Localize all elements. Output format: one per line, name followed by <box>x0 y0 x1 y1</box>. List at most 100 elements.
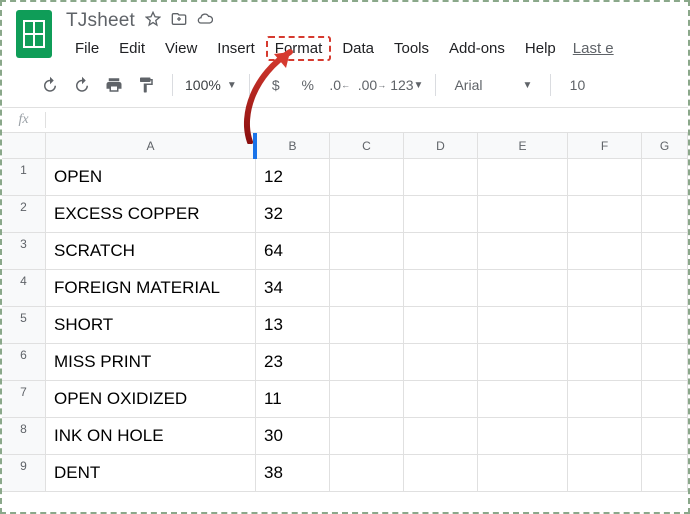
menu-insert[interactable]: Insert <box>208 36 264 61</box>
cell[interactable] <box>330 418 404 454</box>
row-header[interactable]: 4 <box>2 270 46 306</box>
cell[interactable] <box>568 418 642 454</box>
cell[interactable] <box>642 159 688 195</box>
cell[interactable] <box>642 344 688 380</box>
cell[interactable] <box>330 307 404 343</box>
cell[interactable] <box>568 270 642 306</box>
font-family-dropdown[interactable]: Arial ▼ <box>448 71 538 99</box>
row-header[interactable]: 3 <box>2 233 46 269</box>
cell[interactable]: MISS PRINT <box>46 344 256 380</box>
cell[interactable]: 11 <box>256 381 330 417</box>
cell[interactable]: OPEN <box>46 159 256 195</box>
column-header-D[interactable]: D <box>404 133 478 158</box>
menu-tools[interactable]: Tools <box>385 36 438 61</box>
cell[interactable]: 64 <box>256 233 330 269</box>
cell[interactable] <box>478 159 568 195</box>
undo-button[interactable] <box>36 71 64 99</box>
cell[interactable] <box>478 270 568 306</box>
row-header[interactable]: 6 <box>2 344 46 380</box>
cell[interactable] <box>330 344 404 380</box>
cell[interactable] <box>330 270 404 306</box>
cell[interactable]: 30 <box>256 418 330 454</box>
cell[interactable] <box>330 196 404 232</box>
cell[interactable] <box>478 418 568 454</box>
cell[interactable] <box>568 233 642 269</box>
cell[interactable] <box>642 381 688 417</box>
cell[interactable] <box>568 381 642 417</box>
select-all-corner[interactable] <box>2 133 46 158</box>
cell[interactable] <box>642 270 688 306</box>
move-icon[interactable] <box>171 11 187 31</box>
column-header-F[interactable]: F <box>568 133 642 158</box>
star-icon[interactable] <box>145 11 161 31</box>
cell[interactable] <box>568 196 642 232</box>
menu-file[interactable]: File <box>66 36 108 61</box>
cell[interactable] <box>642 233 688 269</box>
print-button[interactable] <box>100 71 128 99</box>
cell[interactable] <box>478 233 568 269</box>
cell[interactable] <box>404 381 478 417</box>
menu-format[interactable]: Format <box>266 36 332 61</box>
cell[interactable] <box>568 159 642 195</box>
increase-decimal-button[interactable]: .00→ <box>358 71 386 99</box>
sheets-logo-icon[interactable] <box>16 10 52 58</box>
cell[interactable]: FOREIGN MATERIAL <box>46 270 256 306</box>
column-header-C[interactable]: C <box>330 133 404 158</box>
paint-format-button[interactable] <box>132 71 160 99</box>
row-header[interactable]: 5 <box>2 307 46 343</box>
cell[interactable] <box>478 307 568 343</box>
cell[interactable] <box>404 455 478 491</box>
cell[interactable] <box>642 455 688 491</box>
cell[interactable]: 13 <box>256 307 330 343</box>
cell[interactable]: EXCESS COPPER <box>46 196 256 232</box>
cell[interactable] <box>404 270 478 306</box>
row-header[interactable]: 9 <box>2 455 46 491</box>
cell[interactable] <box>404 344 478 380</box>
cell[interactable]: 23 <box>256 344 330 380</box>
cell[interactable]: 12 <box>256 159 330 195</box>
cell[interactable] <box>568 344 642 380</box>
decrease-decimal-button[interactable]: .0← <box>326 71 354 99</box>
cell[interactable]: 34 <box>256 270 330 306</box>
redo-button[interactable] <box>68 71 96 99</box>
cell[interactable] <box>478 344 568 380</box>
cell[interactable] <box>404 418 478 454</box>
cell[interactable] <box>568 455 642 491</box>
cloud-status-icon[interactable] <box>197 11 213 31</box>
row-header[interactable]: 1 <box>2 159 46 195</box>
column-header-B[interactable]: B <box>256 133 330 158</box>
cell[interactable] <box>478 455 568 491</box>
cell[interactable]: INK ON HOLE <box>46 418 256 454</box>
cell[interactable] <box>478 196 568 232</box>
menu-help[interactable]: Help <box>516 36 565 61</box>
cell[interactable]: OPEN OXIDIZED <box>46 381 256 417</box>
cell[interactable] <box>404 233 478 269</box>
more-formats-dropdown[interactable]: 123▼ <box>390 71 423 99</box>
menu-addons[interactable]: Add-ons <box>440 36 514 61</box>
font-size-input[interactable]: 10 <box>563 71 591 99</box>
cell[interactable] <box>330 159 404 195</box>
row-header[interactable]: 8 <box>2 418 46 454</box>
column-header-G[interactable]: G <box>642 133 688 158</box>
cell[interactable]: 38 <box>256 455 330 491</box>
cell[interactable]: SHORT <box>46 307 256 343</box>
cell[interactable] <box>330 233 404 269</box>
cell[interactable] <box>642 307 688 343</box>
cell[interactable]: SCRATCH <box>46 233 256 269</box>
cell[interactable]: 32 <box>256 196 330 232</box>
row-header[interactable]: 2 <box>2 196 46 232</box>
format-currency-button[interactable]: $ <box>262 71 290 99</box>
last-edit-link[interactable]: Last e <box>573 36 614 61</box>
cell[interactable] <box>478 381 568 417</box>
row-header[interactable]: 7 <box>2 381 46 417</box>
cell[interactable] <box>404 307 478 343</box>
document-title[interactable]: TJsheet <box>66 10 135 32</box>
cell[interactable] <box>404 159 478 195</box>
cell[interactable] <box>568 307 642 343</box>
cell[interactable] <box>330 381 404 417</box>
menu-data[interactable]: Data <box>333 36 383 61</box>
cell[interactable] <box>642 418 688 454</box>
menu-edit[interactable]: Edit <box>110 36 154 61</box>
column-header-E[interactable]: E <box>478 133 568 158</box>
cell[interactable] <box>404 196 478 232</box>
